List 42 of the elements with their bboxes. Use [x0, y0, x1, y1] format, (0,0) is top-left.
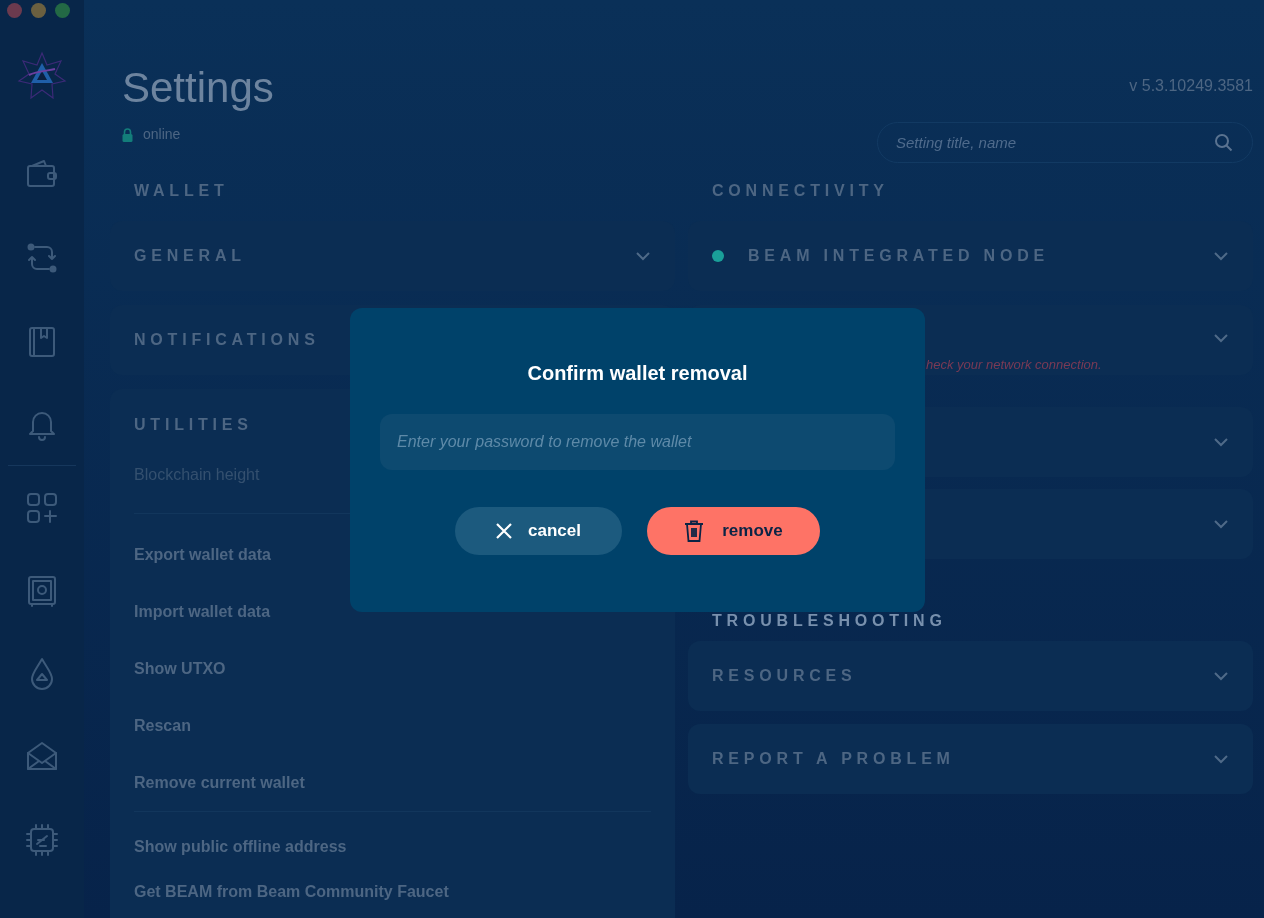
lock-icon	[122, 127, 133, 142]
connection-status: online	[143, 125, 181, 144]
settings-section[interactable]: RESOURCES	[688, 641, 1253, 711]
chevron-down-icon	[1213, 671, 1229, 681]
section-title: RESOURCES	[712, 666, 857, 686]
utility-link[interactable]: Get BEAM from Beam Community Faucet	[134, 879, 449, 904]
section-title: GENERAL	[134, 246, 246, 266]
utility-link[interactable]: Show UTXO	[134, 656, 226, 681]
password-field[interactable]: Enter your password to remove the wallet	[380, 414, 895, 470]
utility-link[interactable]: Remove current wallet	[134, 770, 305, 795]
page-title: Settings	[122, 64, 274, 112]
chevron-down-icon	[1213, 437, 1229, 447]
maximize-window-button[interactable]	[55, 3, 70, 18]
section-heading: TROUBLESHOOTING	[712, 611, 948, 631]
section-title: UTILITIES	[134, 415, 254, 435]
close-window-button[interactable]	[7, 3, 22, 18]
chevron-down-icon	[1213, 251, 1229, 261]
utility-link[interactable]: Import wallet data	[134, 599, 271, 624]
section-heading: WALLET	[134, 181, 230, 201]
chevron-down-icon	[635, 251, 651, 261]
version-label: v 5.3.10249.3581	[1129, 76, 1253, 96]
section-title: REPORT A PROBLEM	[712, 749, 955, 769]
section-title: BEAM INTEGRATED NODE	[748, 246, 1050, 266]
utility-link[interactable]: Rescan	[134, 713, 191, 738]
settings-section[interactable]: REPORT A PROBLEM	[688, 724, 1253, 794]
utility-link[interactable]: Export wallet data	[134, 542, 271, 567]
section-heading: CONNECTIVITY	[712, 181, 890, 201]
trash-icon	[684, 520, 705, 542]
chevron-down-icon	[1213, 333, 1229, 343]
close-icon	[496, 523, 513, 539]
remove-button[interactable]: remove	[647, 507, 820, 555]
search-field[interactable]: Setting title, name	[877, 122, 1253, 163]
logo-icon	[17, 51, 67, 101]
chevron-down-icon	[1213, 519, 1229, 529]
chip-icon[interactable]	[24, 821, 60, 858]
cancel-button[interactable]: cancel	[455, 507, 622, 555]
minimize-window-button[interactable]	[31, 3, 46, 18]
section-title: NOTIFICATIONS	[134, 330, 320, 350]
chevron-down-icon	[1213, 754, 1229, 764]
utility-link[interactable]: Show public offline address	[134, 834, 347, 859]
error-message: heck your network connection.	[926, 356, 1102, 374]
search-icon	[1214, 133, 1233, 152]
